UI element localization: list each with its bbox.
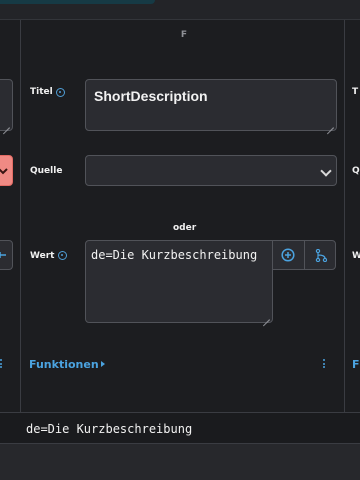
title-input[interactable]: ShortDescription	[85, 79, 337, 131]
resize-handle-icon[interactable]	[262, 312, 270, 320]
info-circle-icon[interactable]	[58, 251, 67, 260]
branch-icon	[315, 249, 327, 262]
branch-icon	[0, 252, 6, 258]
value-textarea-text: de=Die Kurzbeschreibung	[91, 248, 258, 262]
footer-bar	[0, 444, 360, 480]
right-functions-toggle[interactable]: F	[352, 358, 360, 371]
left-kebab-menu-icon[interactable]	[0, 359, 2, 370]
result-value: de=Die Kurzbeschreibung	[26, 422, 193, 436]
add-function-button[interactable]	[273, 241, 303, 269]
functions-toggle[interactable]: Funktionen	[29, 358, 99, 371]
or-label: oder	[173, 223, 197, 233]
column-divider-left	[20, 20, 21, 412]
title-label: Titel	[30, 87, 53, 97]
chevron-down-icon	[0, 168, 8, 175]
left-title-field[interactable]	[0, 79, 13, 131]
info-circle-icon[interactable]	[56, 88, 65, 97]
right-value-label: W	[352, 251, 360, 261]
resize-handle-icon[interactable]	[2, 120, 10, 128]
functions-kebab-menu-icon[interactable]	[323, 359, 325, 370]
left-value-button[interactable]	[0, 240, 13, 270]
resize-handle-icon[interactable]	[326, 120, 334, 128]
column-letter: F	[180, 30, 188, 40]
top-tab-indicator	[0, 0, 155, 4]
value-textarea[interactable]: de=Die Kurzbeschreibung	[85, 240, 273, 323]
top-bar	[0, 0, 360, 20]
chevron-down-icon	[320, 165, 332, 177]
right-title-label: T	[352, 87, 359, 97]
plus-circle-icon	[281, 248, 295, 262]
value-label: Wert	[30, 251, 55, 261]
caret-right-icon[interactable]	[101, 361, 105, 367]
result-row: de=Die Kurzbeschreibung	[0, 412, 360, 444]
left-source-button[interactable]	[0, 155, 13, 186]
column-divider-right	[344, 20, 345, 412]
title-input-value: ShortDescription	[94, 88, 208, 104]
source-label: Quelle	[30, 166, 63, 176]
value-action-buttons	[272, 240, 336, 270]
mapping-button[interactable]	[304, 241, 336, 269]
right-source-label: Q	[352, 166, 360, 176]
source-select[interactable]	[85, 155, 337, 186]
